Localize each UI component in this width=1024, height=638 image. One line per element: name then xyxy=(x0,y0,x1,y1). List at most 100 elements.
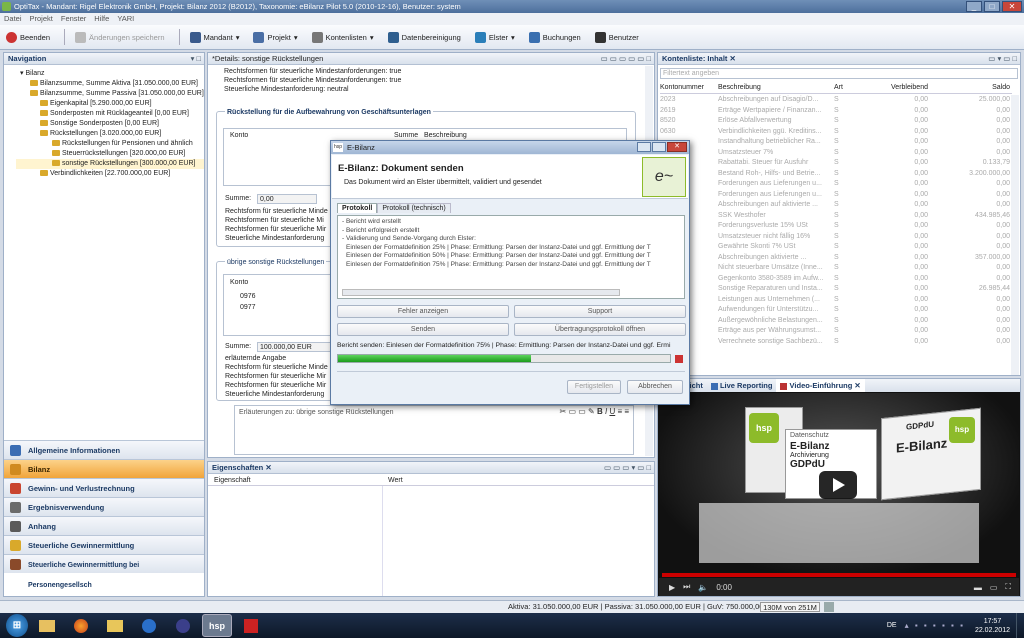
nav-section-steuerliche-gewinnermittlung[interactable]: Steuerliche Gewinnermittlung xyxy=(4,535,204,554)
table-row[interactable]: Bestand Roh-, Hilfs- und Betrie... S 0,00 3… xyxy=(660,169,1012,180)
youtube-icon[interactable]: ▭ xyxy=(990,583,998,592)
editor-toolbar[interactable]: ✂ ▭ ▭ ✎ B I U ≡ ≡ xyxy=(560,407,629,416)
datenbereinigung-button[interactable]: Datenbereinigung xyxy=(387,31,461,43)
start-button[interactable]: ⊞ xyxy=(6,614,28,637)
nav-section-guv[interactable]: Gewinn- und Verlustrechnung xyxy=(4,478,204,497)
minimize-button[interactable]: _ xyxy=(966,1,982,12)
kontenlisten-button[interactable]: Kontenlisten ▾ xyxy=(311,31,374,43)
panel-controls[interactable]: ▭ ▭ ▭ ▾ ▭ □ xyxy=(604,462,651,474)
erlaeuterungen-editor[interactable]: Erläuterungen zu: übrige sonstige Rückst… xyxy=(234,405,634,455)
log-scrollbar[interactable] xyxy=(342,289,620,296)
panel-controls[interactable]: ▾ □ xyxy=(191,53,201,65)
table-row[interactable]: Abschreibungen auf aktivierte ... S 0,00 0,… xyxy=(660,200,1012,211)
close-icon[interactable]: ✕ xyxy=(730,54,736,63)
video-frame[interactable]: Datenschutz E-Bilanz Archivierung GDPdU … xyxy=(659,393,1019,573)
close-button[interactable]: ✕ xyxy=(667,142,687,152)
nav-section-ergebnisverwendung[interactable]: Ergebnisverwendung xyxy=(4,497,204,516)
table-row[interactable]: Verrechnete sonstige Sachbezü... S 0,00 0,0… xyxy=(660,337,1012,348)
table-row[interactable]: Erträge aus per Währungsumst... S 0,00 0,00 xyxy=(660,326,1012,337)
panel-controls[interactable]: ▭ ▾ ▭ □ xyxy=(988,53,1017,65)
menu-datei[interactable]: Datei xyxy=(4,14,22,23)
minimize-button[interactable] xyxy=(637,142,651,152)
table-row[interactable]: Umsatzsteuer nicht fällig 16% S 0,00 0,00 xyxy=(660,232,1012,243)
table-row[interactable]: Forderungen aus Lieferungen u... S 0,00 0,0… xyxy=(660,190,1012,201)
taskbar-firefox[interactable] xyxy=(66,614,96,637)
table-row[interactable]: Forderungsverluste 15% USt S 0,00 0,00 xyxy=(660,221,1012,232)
senden-button[interactable]: Senden xyxy=(337,323,509,336)
maximize-button[interactable] xyxy=(652,142,666,152)
play-icon[interactable]: ▶ xyxy=(669,583,675,592)
protokoll-oeffnen-button[interactable]: Übertragungsprotokoll öffnen xyxy=(514,323,686,336)
tab-protokoll[interactable]: Protokoll xyxy=(337,203,378,213)
protocol-log[interactable]: - Bericht wird erstellt - Bericht erfolg… xyxy=(337,215,685,299)
volume-icon[interactable]: 🔈 xyxy=(698,583,708,592)
menu-yari[interactable]: YARI xyxy=(117,14,134,23)
taskbar-explorer[interactable] xyxy=(32,614,62,637)
nav-section-bilanz[interactable]: Bilanz xyxy=(4,459,204,478)
table-row[interactable]: Aufwendungen für Unterstützu... S 0,00 0,00 xyxy=(660,305,1012,316)
close-button[interactable]: ✕ xyxy=(1002,1,1022,12)
taskbar-app[interactable] xyxy=(134,614,164,637)
buchungen-button[interactable]: Buchungen xyxy=(528,31,581,43)
menu-projekt[interactable]: Projekt xyxy=(30,14,53,23)
col-beschreibung[interactable]: Beschreibung xyxy=(718,84,834,93)
summe-field[interactable]: 100.000,00 EUR xyxy=(257,342,333,352)
dialog-window-controls[interactable]: ✕ xyxy=(637,142,687,152)
gc-icon[interactable] xyxy=(824,602,834,612)
tree-item[interactable]: Rückstellungen [3.020.000,00 EUR] xyxy=(16,129,204,139)
col-saldo[interactable]: Saldo xyxy=(928,84,1010,93)
filter-input[interactable]: Filtertext angeben xyxy=(660,68,1018,79)
table-row[interactable]: Umsatzsteuer 7% S 0,00 0,00 xyxy=(660,148,1012,159)
table-row[interactable]: Gegenkonto 3580-3589 im Aufw... S 0,00 0,00 xyxy=(660,274,1012,285)
table-row[interactable]: 2023 Abschreibungen auf Disagio/D... S 0,00… xyxy=(660,95,1012,106)
tab-protokoll-technisch[interactable]: Protokoll (technisch) xyxy=(377,203,451,213)
close-icon[interactable]: ✕ xyxy=(265,463,271,472)
tree-item[interactable]: sonstige Rückstellungen [300.000,00 EUR] xyxy=(16,159,204,169)
table-row[interactable]: Forderungen aus Lieferungen u... S 0,00 0,0… xyxy=(660,179,1012,190)
menu-fenster[interactable]: Fenster xyxy=(61,14,86,23)
table-row[interactable]: 0976 xyxy=(240,292,256,301)
nav-section-anhang[interactable]: Anhang xyxy=(4,516,204,535)
benutzer-button[interactable]: Benutzer xyxy=(594,31,639,43)
elster-button[interactable]: Elster ▾ xyxy=(474,31,515,43)
table-row[interactable]: SSK Westhofer S 0,00 434.985,46 xyxy=(660,211,1012,222)
panel-controls[interactable]: ▭ ▭ ▭ ▭ ▭ □ xyxy=(601,53,651,65)
table-row[interactable]: 0977 xyxy=(240,303,256,312)
table-row[interactable]: Sonstige Reparaturen und Insta... S 0,00 26… xyxy=(660,284,1012,295)
language-indicator[interactable]: DE xyxy=(887,622,897,629)
kontenliste-scrollbar[interactable] xyxy=(1011,95,1019,375)
tree-item[interactable]: Bilanzsumme, Summe Passiva [31.050.000,0… xyxy=(16,89,204,99)
taskbar-eclipse[interactable] xyxy=(168,614,198,637)
nav-section-personengesellschaften[interactable]: Steuerliche Gewinnermittlung bei Persone… xyxy=(4,554,204,589)
tab-live-reporting[interactable]: Live Reporting xyxy=(707,379,777,392)
stop-icon[interactable] xyxy=(675,355,683,363)
table-row[interactable]: Instandhaltung betrieblicher Ra... S 0,00 0… xyxy=(660,137,1012,148)
table-row[interactable]: Gewährte Skonti 7% USt S 0,00 0,00 xyxy=(660,242,1012,253)
taskbar-hsp[interactable]: hsp xyxy=(202,614,232,637)
tree-item[interactable]: Eigenkapital [5.290.000,00 EUR] xyxy=(16,99,204,109)
table-row[interactable]: Nicht steuerbare Umsätze (Inne... S 0,00 0,… xyxy=(660,263,1012,274)
play-button[interactable] xyxy=(819,471,857,499)
table-row[interactable]: Rabattabi. Steuer für Ausfuhr S 0,00 0.133,… xyxy=(660,158,1012,169)
tree-item[interactable]: Sonstige Sonderposten [0,00 EUR] xyxy=(16,119,204,129)
abbrechen-button[interactable]: Abbrechen xyxy=(627,380,683,394)
col-verbleibend[interactable]: Verbleibend xyxy=(864,84,928,93)
save-button[interactable]: Änderungen speichern xyxy=(75,31,165,43)
support-button[interactable]: Support xyxy=(514,305,686,318)
tree-item[interactable]: Bilanzsumme, Summe Aktiva [31.050.000,00… xyxy=(16,79,204,89)
projekt-button[interactable]: Projekt ▾ xyxy=(253,31,298,43)
table-row[interactable]: Abschreibungen aktivierte ... S 0,00 357.00… xyxy=(660,253,1012,264)
fullscreen-icon[interactable]: ⛶ xyxy=(1005,582,1011,592)
tab-video-einfuehrung[interactable]: Video-Einführung ✕ xyxy=(776,379,865,392)
tree-item[interactable]: Steuerrückstellungen [320.000,00 EUR] xyxy=(16,149,204,159)
table-row[interactable]: 8520 Erlöse Abfallverwertung S 0,00 0,00 xyxy=(660,116,1012,127)
col-kontonummer[interactable]: Kontonummer xyxy=(660,84,718,93)
summe-field[interactable]: 0,00 xyxy=(257,194,317,204)
taskbar-paint[interactable] xyxy=(236,614,266,637)
nav-section-allgemein[interactable]: Allgemeine Informationen xyxy=(4,440,204,459)
tree-item[interactable]: Sonderposten mit Rücklageanteil [0,00 EU… xyxy=(16,109,204,119)
mandant-button[interactable]: Mandant ▾ xyxy=(189,31,239,43)
col-art[interactable]: Art xyxy=(834,84,864,93)
tree-item[interactable]: Verbindlichkeiten [22.700.000,00 EUR] xyxy=(16,169,204,179)
tree-item[interactable]: Rückstellungen für Pensionen und ähnlich xyxy=(16,139,204,149)
